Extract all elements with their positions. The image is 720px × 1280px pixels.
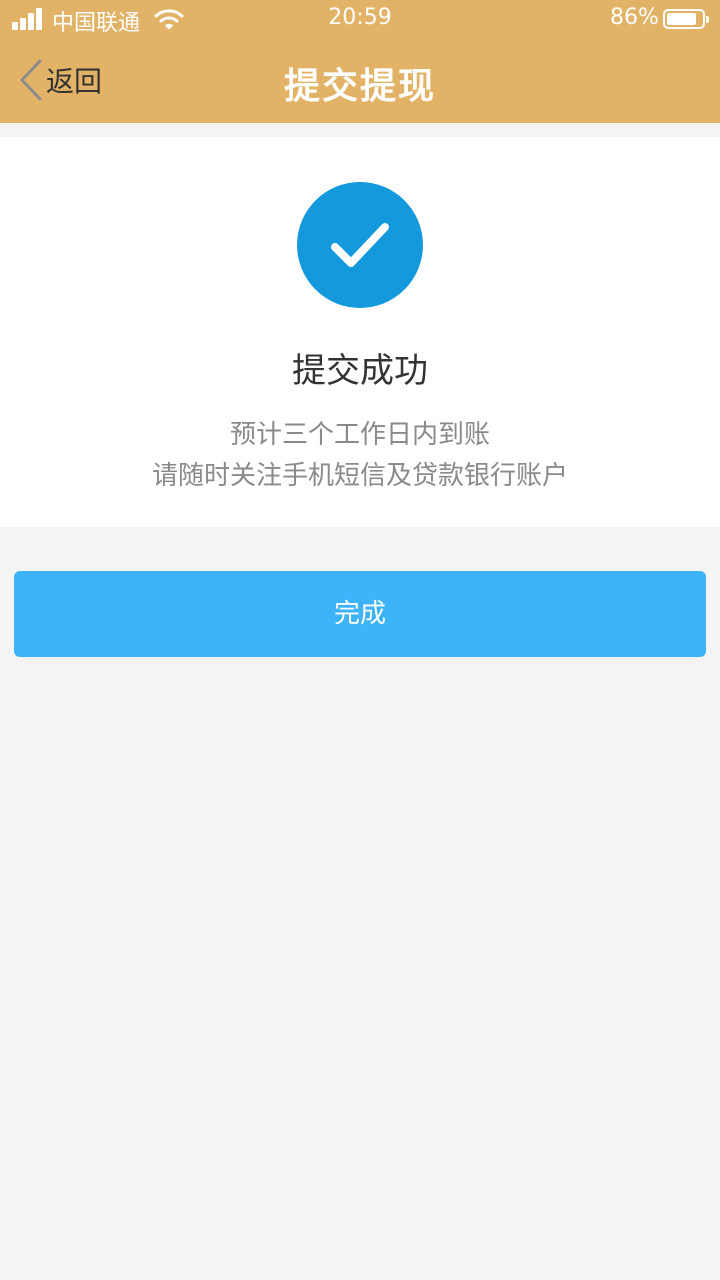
checkmark-circle-icon [297, 182, 423, 308]
result-title: 提交成功 [292, 351, 428, 391]
result-message-notice: 请随时关注手机短信及贷款银行账户 [151, 461, 568, 491]
battery-percentage: 86% [610, 5, 659, 30]
done-button[interactable]: 完成 [14, 571, 706, 657]
page-title: 提交提现 [283, 66, 436, 107]
top-bar: 中国联通 20:59 86% 返回 提交提现 [0, 0, 720, 123]
battery-level-fill [667, 13, 697, 25]
status-bar: 中国联通 20:59 86% [0, 0, 720, 40]
checkmark-icon [331, 223, 389, 267]
battery-icon [663, 9, 709, 29]
result-card: 提交成功 预计三个工作日内到账 请随时关注手机短信及贷款银行账户 [0, 137, 720, 527]
navigation-bar: 返回 提交提现 [0, 40, 720, 123]
result-message-arrival: 预计三个工作日内到账 [229, 420, 490, 450]
